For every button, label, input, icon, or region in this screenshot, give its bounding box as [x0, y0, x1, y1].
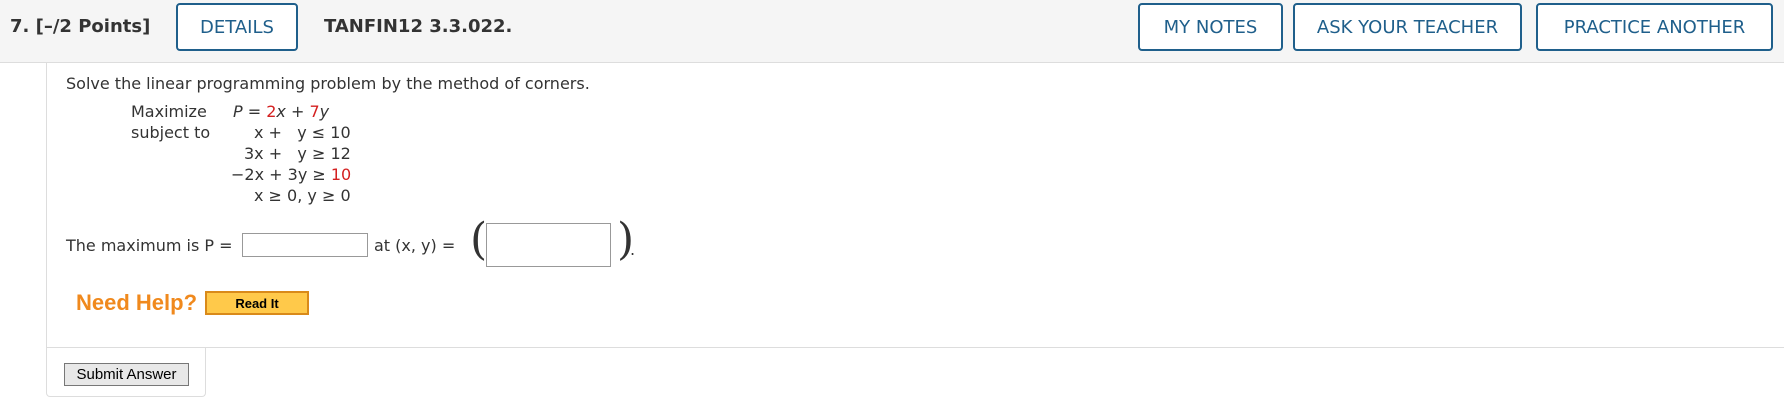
details-button[interactable]: DETAILS — [176, 3, 298, 51]
constraint-3: −2x + 3y ≥ 10 — [231, 165, 352, 184]
maximize-label: Maximize — [131, 102, 207, 121]
xy-input[interactable] — [486, 223, 611, 267]
max-label: The maximum is P = — [66, 236, 233, 255]
subject-to-label: subject to — [131, 123, 211, 142]
max-value-input[interactable] — [242, 233, 368, 257]
objective-function: P = 2x + 7y — [233, 102, 330, 121]
my-notes-button[interactable]: MY NOTES — [1138, 3, 1283, 51]
ask-teacher-button[interactable]: ASK YOUR TEACHER — [1293, 3, 1522, 51]
open-paren: ( — [470, 214, 488, 265]
question-header: 7. [–/2 Points] DETAILS TANFIN12 3.3.022… — [0, 0, 1784, 63]
period: . — [630, 240, 636, 259]
question-number: 7. [–/2 Points] — [10, 16, 151, 37]
constraint-2: 3x + y ≥ 12 — [244, 144, 351, 163]
submit-answer-button[interactable]: Submit Answer — [64, 363, 189, 386]
practice-another-button[interactable]: PRACTICE ANOTHER — [1536, 3, 1773, 51]
at-xy-label: at (x, y) = — [374, 236, 456, 255]
need-help-label: Need Help? — [76, 290, 198, 315]
constraint-4: x ≥ 0, y ≥ 0 — [254, 186, 351, 205]
question-code: TANFIN12 3.3.022. — [324, 16, 513, 37]
problem-prompt: Solve the linear programming problem by … — [66, 74, 590, 93]
read-it-button[interactable]: Read It — [205, 291, 309, 315]
constraint-1: x + y ≤ 10 — [254, 123, 351, 142]
